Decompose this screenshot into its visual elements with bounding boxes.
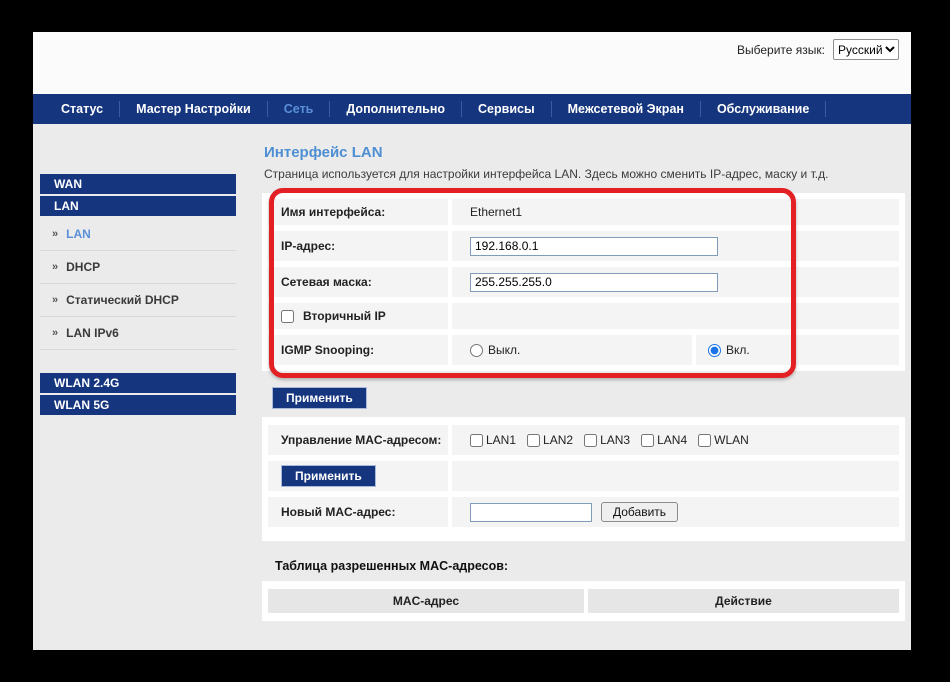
port-lan2-checkbox[interactable] <box>527 434 540 447</box>
nav-item-advanced[interactable]: Дополнительно <box>330 94 461 124</box>
mac-apply-row: Применить <box>268 461 899 491</box>
sidebar-section-wlan24[interactable]: WLAN 2.4G <box>40 373 236 393</box>
netmask-row: Сетевая маска: <box>268 267 899 297</box>
page-header: Выберите язык: Русский <box>33 32 911 94</box>
interface-name-row: Имя интерфейса: Ethernet1 <box>268 199 899 225</box>
main-panel: Интерфейс LAN Страница используется для … <box>262 124 911 650</box>
mac-management-panel: Управление MAC-адресом: LAN1 LAN2 <box>262 417 905 541</box>
action-column-header: Действие <box>588 589 899 613</box>
port-lan1-checkbox[interactable] <box>470 434 483 447</box>
nav-item-wizard[interactable]: Мастер Настройки <box>120 94 267 124</box>
mac-manage-label: Управление MAC-адресом: <box>268 425 448 455</box>
apply-lan-button[interactable]: Применить <box>272 387 367 409</box>
ip-address-row: IP-адрес: <box>268 231 899 261</box>
secondary-ip-row: Вторичный IP <box>268 303 899 329</box>
secondary-ip-option[interactable]: Вторичный IP <box>281 309 386 323</box>
sidebar-item-label: DHCP <box>66 260 100 274</box>
port-lan4-option[interactable]: LAN4 <box>641 433 687 447</box>
interface-name-label: Имя интерфейса: <box>268 199 448 225</box>
port-lan2-option[interactable]: LAN2 <box>527 433 573 447</box>
nav-item-services[interactable]: Сервисы <box>462 94 551 124</box>
port-lan4-checkbox[interactable] <box>641 434 654 447</box>
add-mac-button[interactable]: Добавить <box>601 502 678 522</box>
port-lan3-checkbox[interactable] <box>584 434 597 447</box>
ip-address-label: IP-адрес: <box>268 231 448 261</box>
chevron-bullet-icon: » <box>52 261 58 273</box>
chevron-bullet-icon: » <box>52 327 58 339</box>
mac-apply-empty-cell <box>452 461 899 491</box>
sidebar-section-lan[interactable]: LAN <box>40 196 236 216</box>
sidebar-item-label: LAN <box>66 227 91 241</box>
port-lan1-label: LAN1 <box>486 433 516 447</box>
mac-table-header-row: MAC-адрес Действие <box>268 589 899 613</box>
new-mac-row: Новый MAC-адрес: Добавить <box>268 497 899 527</box>
port-wlan-option[interactable]: WLAN <box>698 433 749 447</box>
apply-mac-button[interactable]: Применить <box>281 465 376 487</box>
sidebar-spacer <box>33 350 262 373</box>
igmp-on-radio[interactable] <box>708 344 721 357</box>
sidebar: WAN LAN » LAN » DHCP » Статический DHCP … <box>33 124 262 650</box>
language-selector-group: Выберите язык: Русский <box>737 39 899 60</box>
nav-item-status[interactable]: Статус <box>45 94 119 124</box>
sidebar-lan-submenu: » LAN » DHCP » Статический DHCP » LAN IP… <box>40 218 236 350</box>
language-select[interactable]: Русский <box>833 39 899 60</box>
lan-form-panel: Имя интерфейса: Ethernet1 IP-адрес: Сете… <box>262 193 905 371</box>
igmp-on-option[interactable]: Вкл. <box>708 343 750 357</box>
mac-table-panel: MAC-адрес Действие <box>262 581 905 621</box>
mac-manage-row: Управление MAC-адресом: LAN1 LAN2 <box>268 425 899 455</box>
sidebar-item-dhcp[interactable]: » DHCP <box>40 251 236 284</box>
mac-column-header: MAC-адрес <box>268 589 584 613</box>
secondary-ip-empty-cell <box>452 303 899 329</box>
igmp-off-radio[interactable] <box>470 344 483 357</box>
port-lan2-label: LAN2 <box>543 433 573 447</box>
nav-item-firewall[interactable]: Межсетевой Экран <box>552 94 700 124</box>
sidebar-item-lan-ipv6[interactable]: » LAN IPv6 <box>40 317 236 350</box>
secondary-ip-checkbox[interactable] <box>281 310 294 323</box>
port-lan4-label: LAN4 <box>657 433 687 447</box>
new-mac-input[interactable] <box>470 503 592 522</box>
igmp-off-option[interactable]: Выкл. <box>470 343 520 357</box>
nav-item-maintenance[interactable]: Обслуживание <box>701 94 825 124</box>
port-lan1-option[interactable]: LAN1 <box>470 433 516 447</box>
top-nav: Статус Мастер Настройки Сеть Дополнитель… <box>33 94 911 124</box>
language-label: Выберите язык: <box>737 43 825 57</box>
sidebar-item-lan[interactable]: » LAN <box>40 218 236 251</box>
chevron-bullet-icon: » <box>52 294 58 306</box>
nav-separator <box>825 101 826 117</box>
igmp-off-label: Выкл. <box>488 343 520 357</box>
port-wlan-label: WLAN <box>714 433 749 447</box>
page-title: Интерфейс LAN <box>264 144 911 161</box>
sidebar-section-wlan5[interactable]: WLAN 5G <box>40 395 236 415</box>
port-lan3-label: LAN3 <box>600 433 630 447</box>
router-admin-page: Выберите язык: Русский Статус Мастер Нас… <box>33 32 911 650</box>
netmask-input[interactable] <box>470 273 718 292</box>
port-lan3-option[interactable]: LAN3 <box>584 433 630 447</box>
sidebar-item-label: LAN IPv6 <box>66 326 119 340</box>
ip-address-input[interactable] <box>470 237 718 256</box>
igmp-on-label: Вкл. <box>726 343 750 357</box>
igmp-snooping-row: IGMP Snooping: Выкл. Вкл. <box>268 335 899 365</box>
content-area: WAN LAN » LAN » DHCP » Статический DHCP … <box>33 124 911 650</box>
mac-table-title: Таблица разрешенных MAC-адресов: <box>275 559 911 573</box>
sidebar-item-static-dhcp[interactable]: » Статический DHCP <box>40 284 236 317</box>
new-mac-label: Новый MAC-адрес: <box>268 497 448 527</box>
sidebar-item-label: Статический DHCP <box>66 293 179 307</box>
port-wlan-checkbox[interactable] <box>698 434 711 447</box>
page-subtitle: Страница используется для настройки инте… <box>264 167 911 181</box>
sidebar-section-wan[interactable]: WAN <box>40 174 236 194</box>
mac-port-checkbox-group: LAN1 LAN2 LAN3 <box>470 433 749 447</box>
secondary-ip-label: Вторичный IP <box>303 309 386 323</box>
netmask-label: Сетевая маска: <box>268 267 448 297</box>
chevron-bullet-icon: » <box>52 228 58 240</box>
interface-name-value: Ethernet1 <box>452 199 899 225</box>
igmp-snooping-label: IGMP Snooping: <box>268 335 448 365</box>
nav-item-network[interactable]: Сеть <box>268 94 330 124</box>
